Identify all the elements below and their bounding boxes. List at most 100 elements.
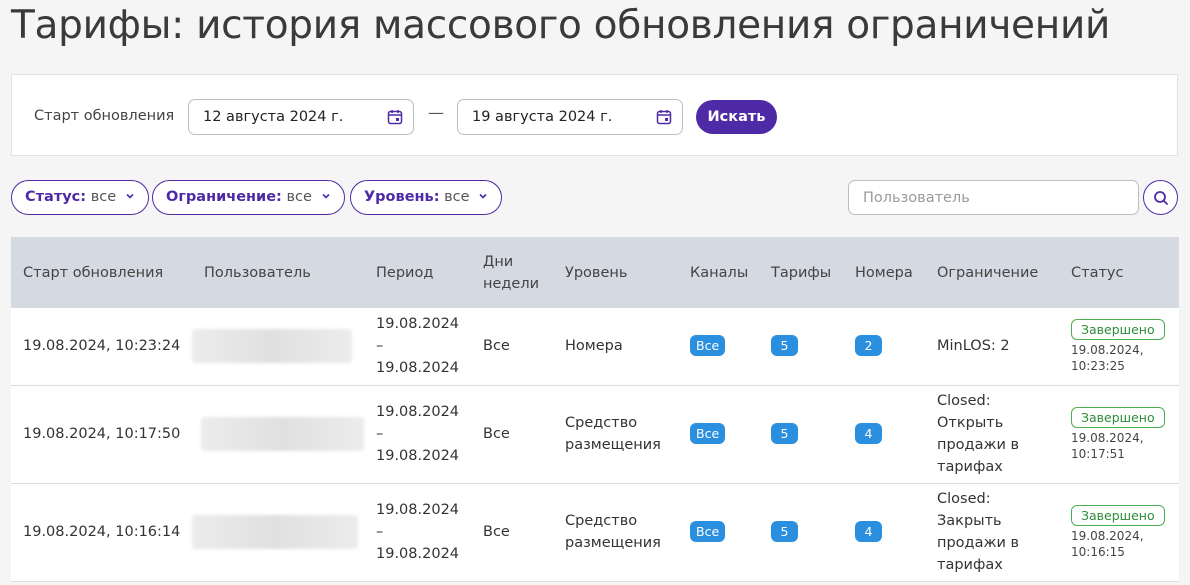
days-cell: Все xyxy=(471,385,553,484)
days-cell: Все xyxy=(471,483,553,582)
status-cell: Завершено 19.08.2024, 10:16:15 xyxy=(1059,483,1179,582)
search-button[interactable]: Искать xyxy=(696,100,777,134)
history-table: Старт обновления Пользователь Период Дни… xyxy=(11,237,1179,582)
tariffs-cell: 5 xyxy=(759,483,843,582)
restriction-cell: Closed: Открыть продажи в тарифах xyxy=(925,385,1059,484)
period-separator: – xyxy=(376,426,384,442)
status-cell: Завершено 19.08.2024, 10:23:25 xyxy=(1059,308,1179,386)
period-separator: – xyxy=(376,338,384,355)
status-cell: Завершено 19.08.2024, 10:17:51 xyxy=(1059,385,1179,484)
rooms-cell: 2 xyxy=(843,308,925,386)
restriction-cell: MinLOS: 2 xyxy=(925,308,1059,386)
period-from: 19.08.2024 xyxy=(376,316,460,333)
filter-label: Ограничение: xyxy=(166,189,282,205)
date-to-value: 19 августа 2024 г. xyxy=(472,109,613,125)
user-cell xyxy=(192,385,364,484)
date-from-input[interactable]: 12 августа 2024 г. xyxy=(188,99,414,135)
chevron-down-icon xyxy=(479,193,487,199)
channels-cell: Все xyxy=(678,385,759,484)
column-header[interactable]: Старт обновления xyxy=(11,237,192,308)
level-cell: Номера xyxy=(553,308,678,386)
channels-badge[interactable]: Все xyxy=(690,335,726,357)
tariffs-badge[interactable]: 5 xyxy=(771,423,798,444)
chevron-down-icon xyxy=(321,193,330,199)
status-date: 19.08.2024, xyxy=(1071,342,1144,357)
table-header-row: Старт обновления Пользователь Период Дни… xyxy=(11,237,1179,308)
search-panel: Старт обновления 12 августа 2024 г. — 19… xyxy=(11,74,1178,156)
page-title: Тарифы: история массового обновления огр… xyxy=(11,3,1111,48)
level-cell: Средство размещения xyxy=(553,483,678,582)
tariffs-badge[interactable]: 5 xyxy=(771,335,798,357)
status-date: 19.08.2024, xyxy=(1071,430,1144,445)
days-cell: Все xyxy=(471,308,553,386)
channels-cell: Все xyxy=(678,308,759,386)
period-to: 19.08.2024 xyxy=(376,546,460,562)
filter-value: все xyxy=(90,189,117,205)
status-date: 19.08.2024, xyxy=(1071,528,1144,543)
channels-badge[interactable]: Все xyxy=(690,521,726,542)
search-icon xyxy=(1154,191,1168,205)
period-cell: 19.08.2024 – 19.08.2024 xyxy=(364,308,471,386)
column-header[interactable]: Уровень xyxy=(553,237,678,308)
calendar-icon[interactable] xyxy=(656,109,672,125)
start-cell: 19.08.2024, 10:16:14 xyxy=(11,483,192,582)
status-badge: Завершено xyxy=(1071,318,1165,340)
filter-value: все xyxy=(444,189,470,205)
date-to-input[interactable]: 19 августа 2024 г. xyxy=(457,99,683,135)
user-redacted xyxy=(201,417,364,451)
start-cell: 19.08.2024, 10:23:24 xyxy=(11,308,192,386)
rooms-badge[interactable]: 2 xyxy=(855,335,882,357)
rooms-badge[interactable]: 4 xyxy=(855,521,882,542)
period-cell: 19.08.2024 – 19.08.2024 xyxy=(364,385,471,484)
tariffs-cell: 5 xyxy=(759,308,843,386)
table-row[interactable]: 19.08.2024, 10:17:50 19.08.2024 – 19.08.… xyxy=(11,385,1179,484)
tariffs-cell: 5 xyxy=(759,385,843,484)
status-time: 10:23:25 xyxy=(1071,358,1125,373)
restriction-cell: Closed: Закрыть продажи в тарифах xyxy=(925,483,1059,582)
tariffs-badge[interactable]: 5 xyxy=(771,521,798,542)
column-header[interactable]: Ограничение xyxy=(925,237,1059,308)
status-time: 10:16:15 xyxy=(1071,544,1125,559)
period-separator: – xyxy=(376,524,384,540)
period-to: 19.08.2024 xyxy=(376,360,460,377)
start-cell: 19.08.2024, 10:17:50 xyxy=(11,385,192,484)
period-cell: 19.08.2024 – 19.08.2024 xyxy=(364,483,471,582)
status-badge: Завершено xyxy=(1071,504,1165,526)
user-cell xyxy=(192,308,364,386)
channels-cell: Все xyxy=(678,483,759,582)
column-header[interactable]: Тарифы xyxy=(759,237,843,308)
period-from: 19.08.2024 xyxy=(376,502,460,518)
column-header[interactable]: Статус xyxy=(1059,237,1179,308)
period-to: 19.08.2024 xyxy=(376,448,460,464)
filter-label: Уровень: xyxy=(364,189,440,205)
status-badge: Завершено xyxy=(1071,406,1165,428)
date-separator: — xyxy=(428,103,444,122)
status-time: 10:17:51 xyxy=(1071,446,1125,461)
user-cell xyxy=(192,483,364,582)
filter-value: все xyxy=(286,189,312,205)
rooms-badge[interactable]: 4 xyxy=(855,423,882,444)
chevron-down-icon xyxy=(126,193,134,199)
status-filter[interactable]: Статус: все xyxy=(11,180,149,215)
column-header[interactable]: Период xyxy=(364,237,471,308)
table-row[interactable]: 19.08.2024, 10:16:14 19.08.2024 – 19.08.… xyxy=(11,483,1179,582)
user-redacted xyxy=(192,515,358,549)
column-header[interactable]: Каналы xyxy=(678,237,759,308)
date-from-value: 12 августа 2024 г. xyxy=(203,109,344,125)
level-cell: Средство размещения xyxy=(553,385,678,484)
filter-label: Статус: xyxy=(25,189,87,205)
level-filter[interactable]: Уровень: все xyxy=(350,180,503,215)
user-search-button[interactable] xyxy=(1143,180,1178,215)
calendar-icon[interactable] xyxy=(387,109,403,125)
period-from: 19.08.2024 xyxy=(376,404,460,420)
table-row[interactable]: 19.08.2024, 10:23:24 19.08.2024 – 19.08.… xyxy=(11,308,1179,386)
channels-badge[interactable]: Все xyxy=(690,423,726,444)
rooms-cell: 4 xyxy=(843,483,925,582)
column-header[interactable]: Пользователь xyxy=(192,237,364,308)
user-redacted xyxy=(192,329,352,364)
column-header[interactable]: Дни недели xyxy=(471,237,553,308)
date-range-label: Старт обновления xyxy=(34,108,175,124)
column-header[interactable]: Номера xyxy=(843,237,925,308)
restriction-filter[interactable]: Ограничение: все xyxy=(152,180,345,215)
user-search-input[interactable] xyxy=(848,180,1139,215)
